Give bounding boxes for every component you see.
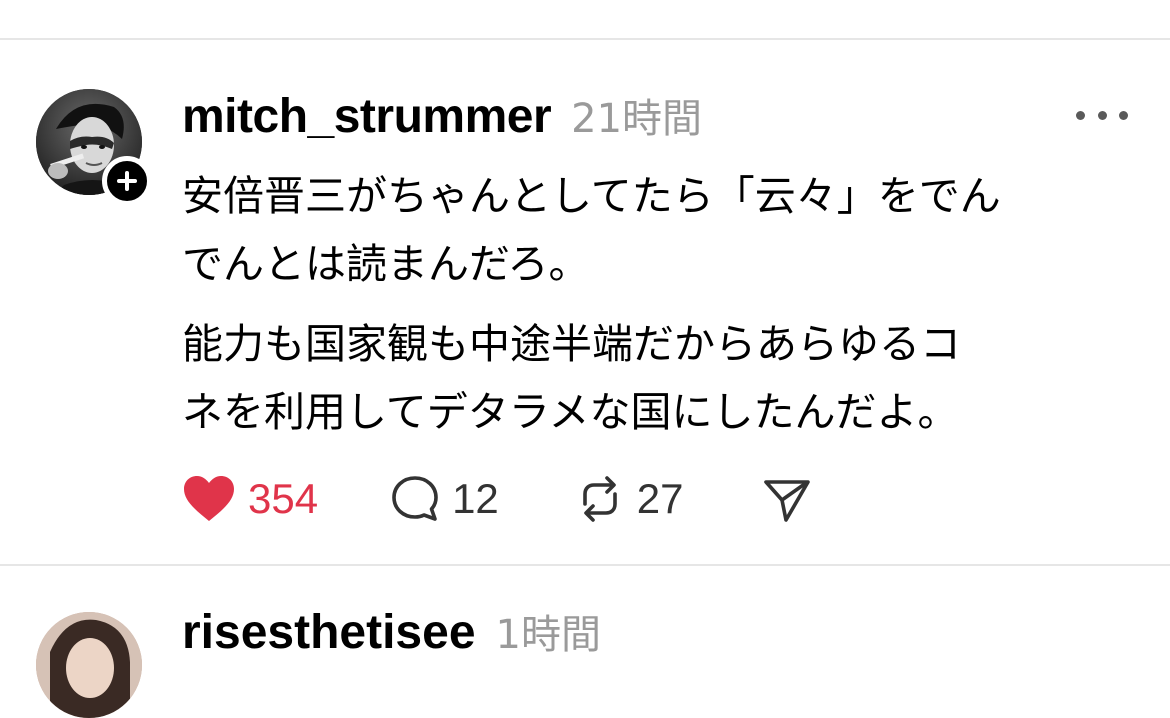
post-paragraph: 能力も国家観も中途半端だからあらゆるコ ネを利用してデタラメな国にしたんだよ。 bbox=[182, 320, 961, 436]
action-bar: 354 12 27 bbox=[182, 468, 812, 530]
plus-icon bbox=[117, 171, 137, 191]
comment-bubble-icon bbox=[392, 476, 438, 521]
repost-count: 27 bbox=[636, 475, 684, 522]
post-paragraph: 安倍晋三がちゃんとしてたら「云々」をでん でんとは読まんだろ。 bbox=[182, 172, 1001, 288]
next-post-timestamp: 1時間 bbox=[495, 612, 601, 658]
more-dot bbox=[1119, 110, 1128, 120]
next-post-header: risesthetisee 1時間 bbox=[182, 602, 601, 660]
repost-icon bbox=[582, 476, 617, 522]
heart-icon bbox=[184, 476, 234, 521]
post-divider bbox=[0, 564, 1170, 566]
more-dot bbox=[1097, 110, 1107, 120]
like-button[interactable]: 354 bbox=[182, 475, 318, 523]
reply-count: 12 bbox=[452, 475, 499, 522]
thread-post: mitch_strummer 21時間 安倍晋三がちゃんとしてたら「云々」をでん… bbox=[0, 0, 1170, 632]
repost-button[interactable]: 27 bbox=[575, 474, 684, 524]
send-icon bbox=[763, 480, 810, 522]
post-body: 安倍晋三がちゃんとしてたら「云々」をでん でんとは読まんだろ。 能力も国家観も中… bbox=[182, 162, 1142, 446]
next-post-avatar[interactable] bbox=[36, 612, 142, 718]
timestamp: 21時間 bbox=[571, 96, 703, 142]
share-button[interactable] bbox=[762, 474, 812, 524]
username[interactable]: mitch_strummer bbox=[182, 89, 552, 144]
like-count: 354 bbox=[248, 475, 319, 522]
more-horizontal-icon bbox=[1076, 110, 1085, 120]
reply-button[interactable]: 12 bbox=[390, 474, 499, 524]
avatar-photo bbox=[36, 612, 142, 718]
post-header: mitch_strummer 21時間 bbox=[182, 86, 702, 148]
next-post-username[interactable]: risesthetisee bbox=[182, 605, 476, 660]
more-options-button[interactable] bbox=[1076, 100, 1128, 130]
follow-button[interactable] bbox=[102, 156, 152, 206]
